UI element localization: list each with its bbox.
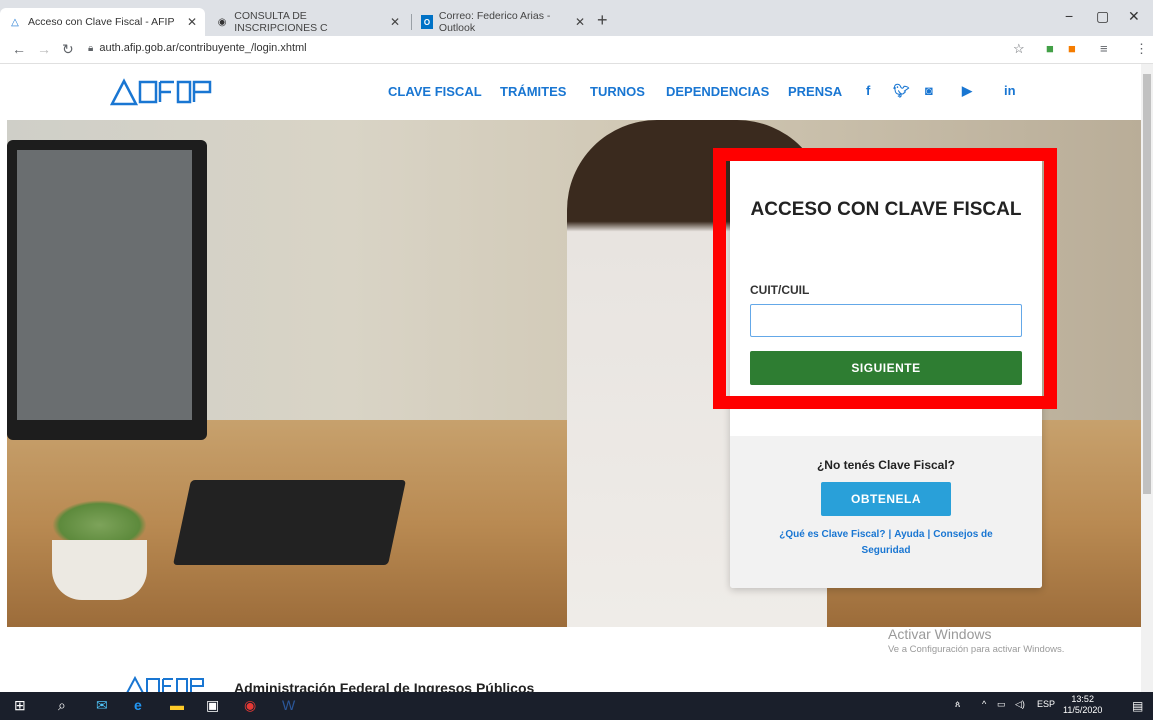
browser-menu-icon[interactable]: ⋮ bbox=[1135, 41, 1148, 57]
tab-divider bbox=[411, 14, 412, 30]
bookmark-star-icon[interactable]: ☆ bbox=[1013, 41, 1025, 57]
close-tab-icon[interactable]: ✕ bbox=[567, 15, 585, 29]
help-links: ¿Qué es Clave Fiscal? | Ayuda | Consejos de … bbox=[779, 529, 993, 556]
no-clave-text: ¿No tenés Clave Fiscal? bbox=[816, 458, 956, 472]
taskbar-clock[interactable]: 13:52 11/5/2020 bbox=[1063, 694, 1102, 716]
obtenela-button[interactable]: OBTENELA bbox=[821, 482, 951, 516]
nav-clave-fiscal[interactable]: CLAVE FISCAL bbox=[388, 84, 482, 99]
nav-prensa[interactable]: PRENSA bbox=[788, 84, 842, 99]
nav-turnos[interactable]: TURNOS bbox=[590, 84, 645, 99]
extension-icon[interactable]: ■ bbox=[1046, 41, 1054, 56]
extension-menu-icon[interactable]: ≡ bbox=[1100, 41, 1108, 56]
tab-title: Acceso con Clave Fiscal - AFIP bbox=[28, 16, 175, 28]
chrome-icon[interactable]: ◉ bbox=[244, 697, 256, 714]
close-window-icon[interactable]: ✕ bbox=[1128, 8, 1140, 25]
lock-icon: 🔒︎ bbox=[88, 43, 94, 54]
windows-start-icon[interactable]: ⊞ bbox=[14, 697, 26, 714]
linkedin-icon[interactable]: in bbox=[1004, 83, 1016, 98]
youtube-icon[interactable]: ▶ bbox=[962, 83, 972, 99]
edge-icon[interactable]: e bbox=[134, 697, 142, 713]
language-indicator[interactable]: ESP bbox=[1037, 699, 1055, 709]
afip-triangle-icon: △ bbox=[11, 16, 19, 28]
url-field[interactable]: 🔒︎ auth.afip.gob.ar/contribuyente_/login.… bbox=[88, 42, 307, 54]
tab-afip-login[interactable]: △ Acceso con Clave Fiscal - AFIP ✕ bbox=[0, 8, 205, 36]
close-tab-icon[interactable]: ✕ bbox=[382, 15, 400, 29]
network-icon[interactable]: ▭ bbox=[997, 699, 1006, 710]
outlook-icon: O bbox=[421, 15, 433, 29]
facebook-icon[interactable]: f bbox=[866, 83, 870, 98]
notification-icon[interactable]: ▤ bbox=[1132, 699, 1143, 713]
windows-taskbar: ⊞ ⌕ ✉ e ▬ ▣ ◉ W ጰ ^ ▭ ◁) ESP ▤ bbox=[0, 692, 1153, 720]
watermark-line-1: Activar Windows bbox=[888, 626, 992, 642]
afip-logo[interactable] bbox=[110, 78, 220, 106]
people-icon[interactable]: ጰ bbox=[955, 699, 960, 710]
address-bar-row: ← → ↻ 🔒︎ auth.afip.gob.ar/contribuyente_/… bbox=[0, 36, 1153, 64]
clock-date: 11/5/2020 bbox=[1063, 705, 1103, 715]
word-icon[interactable]: W bbox=[282, 697, 295, 713]
windows-activation-watermark: Activar Windows Ve a Configuración para … bbox=[888, 626, 1064, 655]
login-card-footer: ¿No tenés Clave Fiscal? OBTENELA ¿Qué es… bbox=[730, 436, 1042, 588]
url-text: auth.afip.gob.ar/contribuyente_/login.xh… bbox=[99, 42, 307, 54]
file-explorer-icon[interactable]: ▬ bbox=[170, 697, 184, 713]
browser-tab-strip: △ Acceso con Clave Fiscal - AFIP ✕ ◉ CON… bbox=[0, 0, 1153, 36]
page-scrollbar[interactable] bbox=[1141, 64, 1153, 692]
red-highlight-box bbox=[713, 148, 1057, 409]
close-tab-icon[interactable]: ✕ bbox=[179, 15, 197, 29]
hero-plant-pot bbox=[52, 540, 147, 600]
mail-icon[interactable]: ✉ bbox=[96, 697, 108, 714]
search-icon[interactable]: ⌕ bbox=[58, 697, 66, 714]
tab-consulta[interactable]: ◉ CONSULTA DE INSCRIPCIONES C ✕ bbox=[208, 8, 408, 36]
globe-icon: ◉ bbox=[217, 16, 227, 28]
volume-icon[interactable]: ◁) bbox=[1015, 699, 1025, 710]
reload-icon[interactable]: ↻ bbox=[62, 41, 74, 58]
maximize-icon[interactable]: ▢ bbox=[1096, 8, 1109, 25]
hero-keyboard bbox=[172, 480, 407, 565]
instagram-icon[interactable]: ◙ bbox=[925, 83, 933, 98]
ayuda-link[interactable]: Ayuda bbox=[894, 529, 924, 540]
nav-dependencias[interactable]: DEPENDENCIAS bbox=[666, 84, 769, 99]
forward-arrow-icon[interactable]: → bbox=[37, 41, 51, 57]
tray-chevron-icon[interactable]: ^ bbox=[982, 699, 986, 709]
hero-monitor bbox=[7, 140, 207, 440]
tab-title: Correo: Federico Arias - Outlook bbox=[438, 10, 551, 34]
nav-tramites[interactable]: TRÁMITES bbox=[500, 84, 566, 99]
twitter-icon[interactable]: 🐦︎ bbox=[893, 83, 910, 99]
minimize-icon[interactable]: − bbox=[1065, 8, 1073, 24]
extension-icon[interactable]: ■ bbox=[1068, 41, 1076, 56]
tab-title: CONSULTA DE INSCRIPCIONES C bbox=[234, 10, 328, 34]
tab-outlook[interactable]: O Correo: Federico Arias - Outlook ✕ bbox=[413, 8, 593, 36]
que-es-clave-fiscal-link[interactable]: ¿Qué es Clave Fiscal? bbox=[779, 529, 885, 540]
scrollbar-thumb[interactable] bbox=[1143, 74, 1151, 494]
watermark-line-2: Ve a Configuración para activar Windows. bbox=[888, 644, 1065, 655]
clock-time: 13:52 bbox=[1071, 694, 1094, 704]
back-arrow-icon[interactable]: ← bbox=[12, 41, 26, 57]
new-tab-button[interactable]: + bbox=[597, 10, 608, 31]
site-header: CLAVE FISCAL TRÁMITES TURNOS DEPENDENCIA… bbox=[0, 64, 1141, 120]
store-icon[interactable]: ▣ bbox=[206, 697, 219, 714]
